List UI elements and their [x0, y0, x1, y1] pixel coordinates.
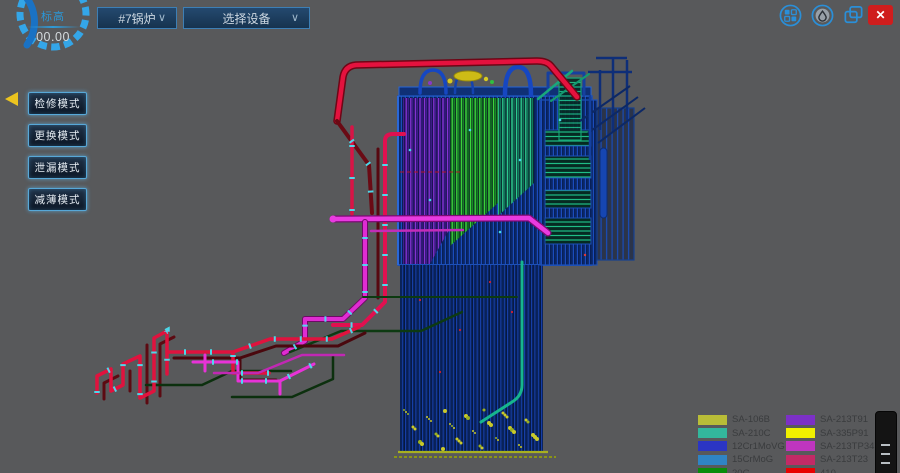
boiler-select-label: #7锅炉	[118, 10, 155, 27]
chevron-down-icon: ∨	[158, 11, 166, 24]
gauge-divider	[26, 26, 80, 28]
elevation-gauge: 标高 00.00	[5, 0, 101, 74]
chevron-down-icon: ∨	[291, 11, 299, 24]
lower-left-pipe-network	[97, 327, 365, 403]
legend-label: 15CrMoG	[732, 454, 773, 465]
legend-label: SA-106B	[732, 414, 770, 425]
legend-swatch	[698, 441, 727, 451]
legend-swatch	[698, 415, 727, 425]
droplet-icon[interactable]	[811, 4, 834, 27]
collapse-arrow-icon[interactable]	[5, 92, 18, 106]
legend-label: SA-213T23	[820, 454, 868, 465]
legend-swatch	[786, 441, 815, 451]
legend-scrollbar[interactable]	[875, 411, 897, 473]
mode-button-3[interactable]: 减薄模式	[28, 188, 87, 211]
mode-button-0[interactable]: 检修模式	[28, 92, 87, 115]
legend-item: SA-210C	[698, 426, 786, 439]
legend-swatch	[698, 428, 727, 438]
device-select-label: 选择设备	[222, 10, 270, 27]
mode-button-2[interactable]: 泄漏模式	[28, 156, 87, 179]
legend-swatch	[786, 455, 815, 465]
elevation-label: 标高	[5, 8, 101, 24]
boiler-select-dropdown[interactable]: #7锅炉 ∨	[97, 7, 177, 29]
material-legend: SA-106B SA-210C 12Cr1MoVG 15CrMoG 20G SA-213T…	[698, 413, 900, 473]
elevation-value: 00.00	[5, 30, 101, 44]
mode-button-1[interactable]: 更换模式	[28, 124, 87, 147]
apps-icon[interactable]	[779, 4, 802, 27]
legend-label: SA-335P91	[820, 428, 869, 439]
mode-button-panel: 检修模式更换模式泄漏模式减薄模式	[28, 92, 87, 220]
layers-icon[interactable]	[842, 4, 865, 27]
scrollbar-grip	[881, 444, 890, 446]
legend-label: 410	[820, 468, 836, 473]
legend-item: 15CrMoG	[698, 453, 786, 466]
legend-label: SA-210C	[732, 428, 771, 439]
legend-swatch	[786, 415, 815, 425]
legend-swatch	[698, 455, 727, 465]
legend-swatch	[698, 468, 727, 473]
legend-swatch	[786, 428, 815, 438]
legend-item: 12Cr1MoVG	[698, 440, 786, 453]
close-icon[interactable]: ✕	[868, 5, 893, 25]
boiler-3d-viewport[interactable]	[0, 0, 900, 473]
legend-label: 20G	[732, 468, 750, 473]
legend-item: SA-106B	[698, 413, 786, 426]
legend-label: SA-213T91	[820, 414, 868, 425]
legend-item: 20G	[698, 467, 786, 473]
device-select-dropdown[interactable]: 选择设备 ∨	[183, 7, 310, 29]
legend-label: 12Cr1MoVG	[732, 441, 785, 452]
legend-swatch	[786, 468, 815, 473]
